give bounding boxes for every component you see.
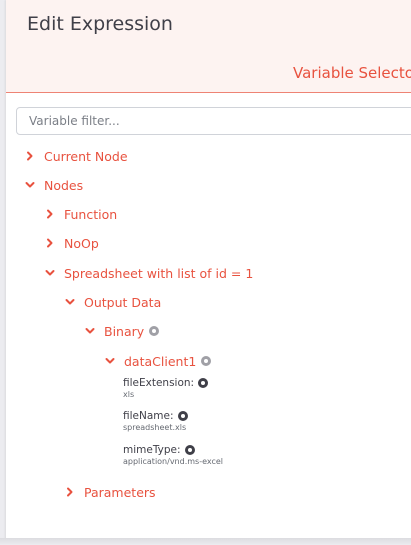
tree-item-label: dataClient1 (124, 353, 197, 369)
tree-item-noop[interactable]: NoOp (44, 234, 99, 252)
variable-selector-header: Variable Selecto (6, 50, 411, 93)
info-icon[interactable] (201, 356, 212, 366)
property-item[interactable]: mimeType: application/vnd.ms-excel (123, 443, 224, 467)
property-key-row: fileExtension: (123, 376, 209, 389)
tree-item-label: Function (64, 206, 118, 222)
tree-item-binary[interactable]: Binary (84, 322, 160, 340)
tree-item-dataclient1[interactable]: dataClient1 (104, 352, 212, 370)
tree-item-current-node[interactable]: Current Node (24, 147, 128, 165)
variable-selector-title: Variable Selecto (293, 64, 411, 82)
dialog-title: Edit Expression (27, 13, 173, 35)
dialog-header: Edit Expression (6, 0, 411, 50)
property-key-row: mimeType: (123, 443, 223, 456)
tree-item-label: Spreadsheet with list of id = 1 (64, 265, 254, 281)
property-value: application/vnd.ms-excel (123, 457, 224, 466)
chevron-down-icon (84, 325, 96, 337)
tree-item-label: Output Data (84, 294, 162, 310)
property-key: fileName: (123, 409, 174, 422)
property-item[interactable]: fileName: spreadsheet.xls (123, 409, 188, 432)
tree-item-parameters[interactable]: Parameters (64, 483, 156, 501)
property-key: fileExtension: (123, 376, 195, 389)
chevron-right-icon (44, 237, 56, 249)
property-key: mimeType: (123, 443, 181, 456)
info-icon[interactable] (149, 326, 160, 336)
tree-item-label: Parameters (84, 484, 156, 500)
chevron-right-icon (64, 486, 76, 498)
edit-expression-dialog: Edit Expression Variable Selecto Current… (6, 0, 411, 545)
chevron-down-icon (64, 296, 76, 308)
info-icon[interactable] (198, 377, 209, 388)
chevron-right-icon (24, 150, 36, 162)
property-value: spreadsheet.xls (123, 423, 187, 432)
chevron-down-icon (24, 179, 36, 191)
info-icon[interactable] (184, 444, 195, 455)
tree-item-label: NoOp (64, 235, 99, 251)
tree-item-label: Current Node (44, 148, 128, 164)
property-item[interactable]: fileExtension: xls (123, 376, 209, 399)
chevron-right-icon (44, 208, 56, 220)
property-value: xls (123, 390, 135, 399)
property-key-row: fileName: (123, 409, 188, 422)
chevron-down-icon (44, 267, 56, 279)
tree-item-label: Binary (104, 323, 145, 339)
dialog-bottom-edge (0, 538, 411, 545)
tree-item-nodes[interactable]: Nodes (24, 176, 83, 194)
variable-filter-input[interactable] (16, 107, 411, 135)
tree-item-output-data[interactable]: Output Data (64, 293, 161, 311)
chevron-down-icon (104, 355, 116, 367)
info-icon[interactable] (177, 410, 188, 421)
tree-item-spreadsheet[interactable]: Spreadsheet with list of id = 1 (44, 264, 253, 282)
tree-item-label: Nodes (44, 177, 84, 193)
tree-item-function[interactable]: Function (44, 205, 117, 223)
